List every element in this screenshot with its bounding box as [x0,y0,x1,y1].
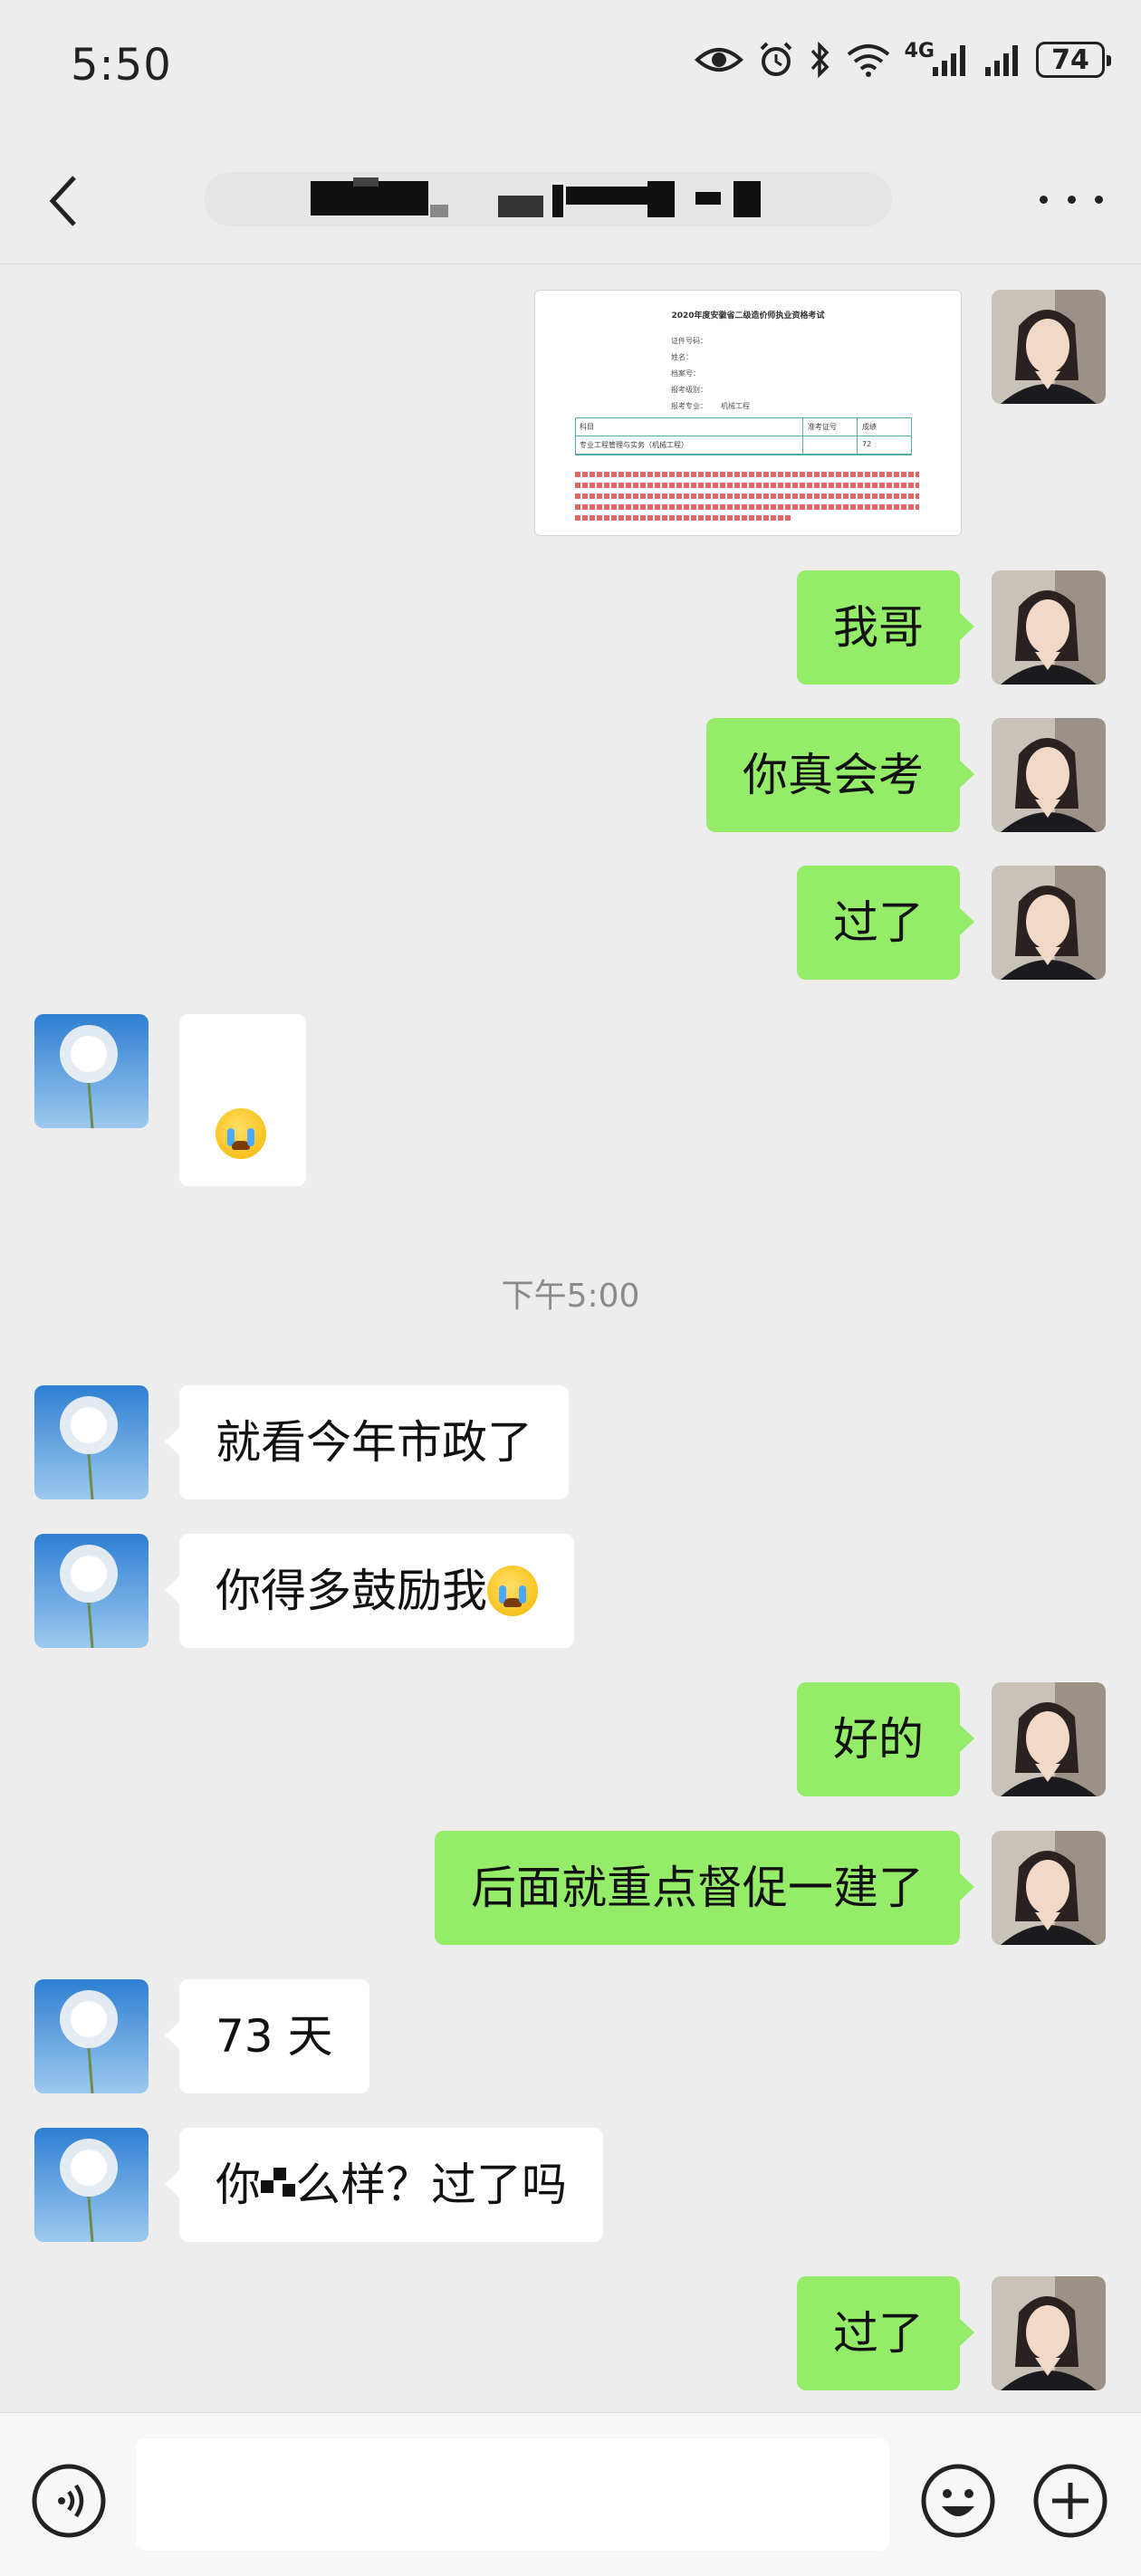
message-text-suffix: 么样？过了吗 [295,2159,567,2211]
message-row: 我哥 [0,570,1141,685]
crying-face-emoji [216,1108,266,1159]
their-bubble[interactable]: 就看今年市政了 [165,1385,569,1499]
my-bubble[interactable]: 我哥 [797,570,974,685]
doc-title: 2020年度安徽省二级造价师执业资格考试 [671,311,825,321]
message-text-prefix: 你 [216,2159,261,2211]
status-icons: 4G 74 [694,39,1111,80]
avatar[interactable] [992,718,1106,832]
their-bubble[interactable]: 你么样？过了吗 [165,2128,603,2242]
doc-note [575,472,919,477]
timestamp: 下午5:00 [501,1278,640,1315]
message-row [0,1014,1141,1186]
avatar[interactable] [992,866,1106,980]
avatar[interactable] [992,290,1106,404]
doc-line: 档案号： [671,369,700,378]
woman-portrait-avatar [992,718,1106,832]
message-row: 你么样？过了吗 [0,2128,1141,2242]
my-bubble[interactable]: 过了 [797,866,974,980]
message-row: 你得多鼓励我 [0,1534,1141,1648]
doc-cell: 专业工程管理与实务（机械工程） [580,441,688,449]
redaction-mark [261,2167,295,2202]
woman-portrait-avatar [992,1831,1106,1945]
doc-line: 证件号码： [671,337,707,345]
doc-line: 报考级别： [671,386,707,394]
back-button[interactable] [36,165,91,237]
doc-cell: 72 [862,440,872,448]
alarm-icon [756,40,796,80]
image-message[interactable]: 2020年度安徽省二级造价师执业资格考试 证件号码： 姓名： 档案号： 报考级别… [534,290,962,536]
dandelion-avatar [34,1385,149,1499]
message-row: 73 天 [0,1979,1141,2093]
more-dots-icon [1040,195,1048,204]
doc-note [575,515,792,521]
status-time: 5:50 [71,40,172,91]
battery-indicator: 74 [1036,42,1111,78]
signal-icon [983,42,1023,78]
status-bar: 5:50 4G 74 [0,0,1141,136]
avatar[interactable] [34,1385,149,1499]
avatar[interactable] [992,570,1106,685]
voice-button[interactable] [31,2463,107,2539]
their-bubble[interactable] [179,1014,306,1186]
woman-portrait-avatar [992,1682,1106,1796]
dandelion-avatar [34,2128,149,2242]
doc-cell: 准考证号 [808,423,837,431]
avatar[interactable] [992,1682,1106,1796]
chat-title-redacted [204,172,892,226]
avatar[interactable] [992,1831,1106,1945]
woman-portrait-avatar [992,866,1106,980]
doc-line: 机械工程 [721,402,750,410]
network-label: 4G [904,39,935,62]
emoji-button[interactable] [920,2463,996,2539]
crying-face-emoji [487,1565,538,1616]
dandelion-avatar [34,1979,149,2093]
avatar[interactable] [34,2128,149,2242]
eye-icon [694,42,743,78]
woman-portrait-avatar [992,2276,1106,2390]
avatar[interactable] [34,1014,149,1128]
smiley-icon [921,2464,995,2538]
message-row: 就看今年市政了 [0,1385,1141,1499]
dandelion-avatar [34,1014,149,1128]
message-input[interactable] [136,2438,889,2551]
doc-note [575,493,919,499]
wifi-icon [845,42,892,78]
chevron-left-icon [49,176,76,226]
woman-portrait-avatar [992,290,1106,404]
doc-cell: 科目 [580,423,594,431]
dandelion-avatar [34,1534,149,1648]
message-row: 后面就重点督促一建了 [0,1831,1141,1945]
doc-note [575,504,919,510]
voice-icon [32,2464,106,2538]
woman-portrait-avatar [992,570,1106,685]
message-row: 好的 [0,1682,1141,1796]
input-bar [0,2412,1141,2576]
avatar[interactable] [34,1979,149,2093]
chat-header [0,136,1141,264]
doc-table: 科目 准考证号 成绩 专业工程管理与实务（机械工程） 72 [575,417,912,455]
message-text: 你得多鼓励我 [216,1565,487,1617]
their-bubble[interactable]: 73 天 [165,1979,369,2093]
my-bubble[interactable]: 过了 [797,2276,974,2390]
message-row: 过了 [0,866,1141,980]
plus-button[interactable] [1032,2463,1108,2539]
doc-cell: 成绩 [862,423,877,431]
their-bubble[interactable]: 你得多鼓励我 [165,1534,574,1648]
my-bubble[interactable]: 好的 [797,1682,974,1796]
bluetooth-icon [809,40,832,80]
doc-note [575,483,919,488]
avatar[interactable] [992,2276,1106,2390]
signal-4g-icon: 4G [904,39,971,78]
my-bubble[interactable]: 你真会考 [706,718,974,832]
my-bubble[interactable]: 后面就重点督促一建了 [435,1831,974,1945]
more-button[interactable] [1040,186,1103,213]
message-row: 你真会考 [0,718,1141,832]
avatar[interactable] [34,1534,149,1648]
message-row: 过了 [0,2276,1141,2390]
doc-line: 报考专业： [671,402,707,410]
plus-icon [1033,2464,1107,2538]
doc-line: 姓名： [671,353,693,361]
